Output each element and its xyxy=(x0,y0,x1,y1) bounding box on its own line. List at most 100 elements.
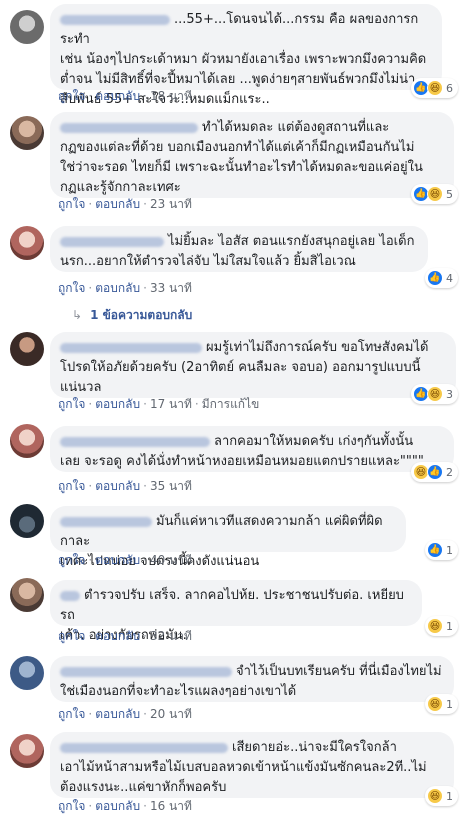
comment-actions: ถูกใจ · ตอบกลับ · 40 นาที xyxy=(58,552,192,568)
avatar[interactable] xyxy=(10,656,44,690)
comment-bubble: ลากคอมาให้หมดครับ เก่งๆกันทั้งนั้น เลย จ… xyxy=(50,426,454,472)
comment-text-line: มันก็แค่หาเวทีแสดงความกล้า แค่ผิดที่ผิดก… xyxy=(60,514,383,549)
comment-actions: ถูกใจ · ตอบกลับ · 32 นาที xyxy=(58,628,192,644)
comment-text-line: โปรดให้อภัยด้วยครับ (2อาทิตย์ คนลืมละ จอ… xyxy=(60,360,421,375)
comment-bubble: ไม่ยิ้มละ ไอสัส ตอนแรกยังสนุกอยู่เลย ไอเ… xyxy=(50,226,428,272)
comment-text-line: ต้องแรงนะ..แค่ขาหักก็พอครับ xyxy=(60,780,227,795)
comment-bubble: มันก็แค่หาเวทีแสดงความกล้า แค่ผิดที่ผิดก… xyxy=(50,506,406,569)
author-name[interactable] xyxy=(60,590,80,601)
reply-link[interactable]: ตอบกลับ xyxy=(95,706,140,722)
timestamp[interactable]: 18 นาที xyxy=(150,88,192,104)
haha-icon: 😆 xyxy=(427,386,443,402)
reply-link[interactable]: ตอบกลับ xyxy=(95,628,140,644)
reaction-summary[interactable]: 😆 1 xyxy=(425,616,458,636)
like-link[interactable]: ถูกใจ xyxy=(58,88,85,104)
reaction-summary[interactable]: 👍 😆 6 xyxy=(411,78,458,98)
reaction-summary[interactable]: 👍 😆 3 xyxy=(411,384,458,404)
timestamp[interactable]: 35 นาที xyxy=(150,478,192,494)
haha-icon: 😆 xyxy=(427,80,443,96)
comment-actions: ถูกใจ · ตอบกลับ · 33 นาที xyxy=(58,280,192,296)
haha-icon: 😆 xyxy=(427,186,443,202)
haha-icon: 😆 xyxy=(427,788,443,804)
reaction-summary[interactable]: 😆 👍 2 xyxy=(411,462,458,482)
comment-text-line: ...55+...โดนจนได้...กรรม คือ ผลของการกระ… xyxy=(60,12,419,47)
comment-text-line: ทำได้หมดละ แต่ต้องดูสถานที่และ xyxy=(60,118,444,138)
comment-text-line: เอาไม้หน้าสามหรือไม้เบสบอลหวดเข้าหน้าแข้… xyxy=(60,760,427,775)
reaction-summary[interactable]: 👍 1 xyxy=(425,540,458,560)
comment-text-line: ลากคอมาให้หมดครับ เก่งๆกันทั้งนั้น xyxy=(60,432,444,452)
avatar[interactable] xyxy=(10,578,44,612)
comment-text-line: ใช่เมืองนอกที่จะทำอะไรแผลงๆอย่างเขาได้ xyxy=(60,684,297,699)
haha-icon: 😆 xyxy=(427,618,443,634)
reply-link[interactable]: ตอบกลับ xyxy=(95,88,140,104)
like-link[interactable]: ถูกใจ xyxy=(58,798,85,814)
author-name[interactable] xyxy=(60,342,202,353)
comment-text-line: แน่นวล xyxy=(60,380,102,395)
reaction-count: 4 xyxy=(446,271,453,285)
author-name[interactable] xyxy=(60,122,198,133)
comment-feed: ...55+...โดนจนได้...กรรม คือ ผลของการกระ… xyxy=(0,0,470,817)
like-icon: 👍 xyxy=(427,464,443,480)
avatar[interactable] xyxy=(10,734,44,768)
like-link[interactable]: ถูกใจ xyxy=(58,280,85,296)
reaction-count: 1 xyxy=(446,789,453,803)
author-name[interactable] xyxy=(60,14,170,25)
timestamp[interactable]: 16 นาที xyxy=(150,798,192,814)
reply-link[interactable]: ตอบกลับ xyxy=(95,552,140,568)
comment-text-line: ผมรู้เท่าไม่ถึงการณ์ครับ ขอโทษสังคมได้ xyxy=(60,338,446,358)
reply-link[interactable]: ตอบกลับ xyxy=(95,396,140,412)
avatar[interactable] xyxy=(10,10,44,44)
comment-actions: ถูกใจ · ตอบกลับ · 17 นาที · มีการแก้ไข xyxy=(58,396,260,412)
avatar[interactable] xyxy=(10,332,44,366)
reaction-count: 1 xyxy=(446,697,453,711)
timestamp[interactable]: 17 นาที xyxy=(150,396,192,412)
reaction-summary[interactable]: 👍 😆 5 xyxy=(411,184,458,204)
avatar[interactable] xyxy=(10,116,44,150)
comment-bubble: ...55+...โดนจนได้...กรรม คือ ผลของการกระ… xyxy=(50,4,442,107)
comment-text-line: เสียดายอ่ะ..น่าจะมีใครใจกล้า xyxy=(60,738,444,758)
author-name[interactable] xyxy=(60,436,210,447)
reaction-summary[interactable]: 👍 4 xyxy=(425,268,458,288)
comment-bubble: จำไว้เป็นบทเรียนครับ ที่นี่เมืองไทยไม่ ใ… xyxy=(50,656,454,702)
comment-actions: ถูกใจ · ตอบกลับ · 18 นาที xyxy=(58,88,192,104)
timestamp[interactable]: 40 นาที xyxy=(150,552,192,568)
author-name[interactable] xyxy=(60,516,152,527)
like-link[interactable]: ถูกใจ xyxy=(58,396,85,412)
avatar[interactable] xyxy=(10,226,44,260)
edited-label[interactable]: มีการแก้ไข xyxy=(202,396,260,412)
reply-link[interactable]: ตอบกลับ xyxy=(95,196,140,212)
like-link[interactable]: ถูกใจ xyxy=(58,552,85,568)
reply-link[interactable]: ตอบกลับ xyxy=(95,798,140,814)
reaction-count: 6 xyxy=(446,81,453,95)
comment-text-line: เลย จะรอดู คงได้นั่งทำหน้าหงอยเหมือนหมอย… xyxy=(60,454,424,469)
reply-arrow-icon: ↳ xyxy=(72,308,83,322)
reaction-count: 2 xyxy=(446,465,453,479)
timestamp[interactable]: 32 นาที xyxy=(150,628,192,644)
reply-link[interactable]: ตอบกลับ xyxy=(95,280,140,296)
comment-actions: ถูกใจ · ตอบกลับ · 16 นาที xyxy=(58,798,192,814)
comment-actions: ถูกใจ · ตอบกลับ · 23 นาที xyxy=(58,196,192,212)
reaction-summary[interactable]: 😆 1 xyxy=(425,694,458,714)
reply-link[interactable]: ตอบกลับ xyxy=(95,478,140,494)
author-name[interactable] xyxy=(60,236,164,247)
avatar[interactable] xyxy=(10,504,44,538)
timestamp[interactable]: 23 นาที xyxy=(150,196,192,212)
comment-actions: ถูกใจ · ตอบกลับ · 20 นาที xyxy=(58,706,192,722)
like-link[interactable]: ถูกใจ xyxy=(58,706,85,722)
author-name[interactable] xyxy=(60,666,232,677)
like-icon: 👍 xyxy=(427,270,443,286)
comment-bubble: ทำได้หมดละ แต่ต้องดูสถานที่และ กฏของแต่ล… xyxy=(50,112,454,198)
view-replies-link[interactable]: ↳ 1 ข้อความตอบกลับ xyxy=(72,306,192,325)
haha-icon: 😆 xyxy=(427,696,443,712)
author-name[interactable] xyxy=(60,742,228,753)
like-link[interactable]: ถูกใจ xyxy=(58,196,85,212)
reaction-summary[interactable]: 😆 1 xyxy=(425,786,458,806)
comment-bubble: ผมรู้เท่าไม่ถึงการณ์ครับ ขอโทษสังคมได้ โ… xyxy=(50,332,456,398)
timestamp[interactable]: 33 นาที xyxy=(150,280,192,296)
like-link[interactable]: ถูกใจ xyxy=(58,628,85,644)
comment-text-line: กฏของแต่ละที่ด้วย บอกเมืองนอกทำได้แต่เค้… xyxy=(60,140,415,155)
timestamp[interactable]: 20 นาที xyxy=(150,706,192,722)
avatar[interactable] xyxy=(10,424,44,458)
comment-text-line: จำไว้เป็นบทเรียนครับ ที่นี่เมืองไทยไม่ xyxy=(60,662,444,682)
like-link[interactable]: ถูกใจ xyxy=(58,478,85,494)
